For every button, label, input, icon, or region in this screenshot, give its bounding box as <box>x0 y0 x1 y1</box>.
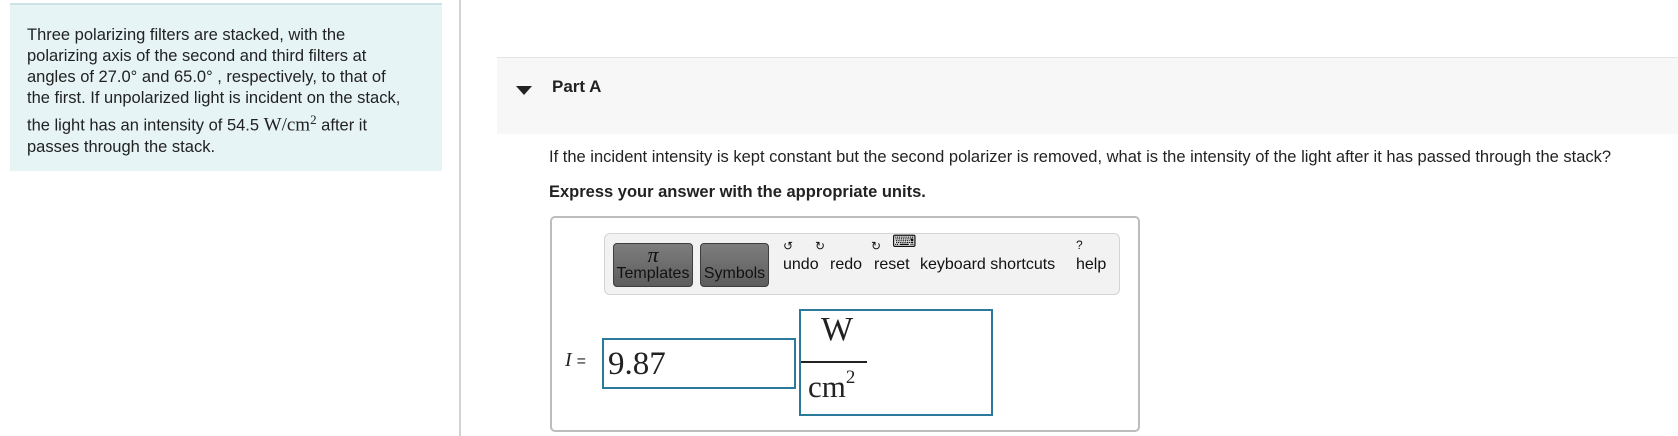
collapse-triangle-icon[interactable] <box>516 86 532 95</box>
reset-icon: ↻ <box>871 239 882 253</box>
redo-icon: ↻ <box>815 239 826 253</box>
problem-line: passes through the stack. <box>27 137 216 156</box>
fraction-bar <box>801 361 867 363</box>
unit-denominator: cm2 <box>808 367 855 405</box>
problem-line: Three polarizing filters are stacked, wi… <box>27 26 346 44</box>
problem-line: the light has an intensity of 54.5 W/cm2… <box>27 109 424 137</box>
keyboard-shortcuts-button[interactable]: keyboard shortcuts <box>920 256 1055 274</box>
help-button[interactable]: help <box>1076 256 1106 274</box>
question-text: If the incident intensity is kept consta… <box>549 148 1612 166</box>
answer-variable: I <box>565 349 572 371</box>
unit-input[interactable]: W cm2 <box>799 309 993 416</box>
math-toolbar: π Templates Symbols ↺ undo ↻ redo ↻ rese… <box>604 232 1120 295</box>
symbols-label: Symbols <box>703 265 766 282</box>
reset-button[interactable]: reset <box>874 256 910 274</box>
redo-button[interactable]: redo <box>830 256 862 274</box>
symbols-button[interactable]: Symbols <box>700 243 769 287</box>
intensity-unit: W/cm <box>263 114 311 136</box>
templates-label: Templates <box>616 265 690 282</box>
value-input[interactable]: 9.87 <box>602 338 796 389</box>
answer-panel: π Templates Symbols ↺ undo ↻ redo ↻ rese… <box>550 216 1140 432</box>
problem-text: after it <box>316 116 368 135</box>
unit-denominator-exponent: 2 <box>845 367 856 388</box>
instruction-text: Express your answer with the appropriate… <box>549 183 926 201</box>
part-header[interactable]: Part A <box>497 57 1678 134</box>
problem-line: angles of 27.0° and 65.0° , respectively… <box>27 68 386 86</box>
help-icon: ? <box>1076 238 1083 252</box>
unit-numerator: W <box>821 311 854 348</box>
problem-text: the light has an intensity of 54.5 <box>27 116 264 135</box>
problem-line: polarizing axis of the second and third … <box>27 47 367 65</box>
pane-divider[interactable] <box>459 0 461 436</box>
undo-button[interactable]: undo <box>783 256 819 274</box>
undo-icon: ↺ <box>783 239 794 253</box>
part-title: Part A <box>552 77 602 96</box>
problem-statement: Three polarizing filters are stacked, wi… <box>10 3 442 171</box>
problem-line: the first. If unpolarized light is incid… <box>27 89 401 107</box>
unit-denominator-base: cm <box>808 369 846 404</box>
equals-sign: = <box>576 353 587 370</box>
templates-button[interactable]: π Templates <box>613 242 693 287</box>
answer-label: I = <box>565 349 586 372</box>
problem-pane: Three polarizing filters are stacked, wi… <box>0 0 459 436</box>
keyboard-icon: ⌨ <box>892 232 917 251</box>
